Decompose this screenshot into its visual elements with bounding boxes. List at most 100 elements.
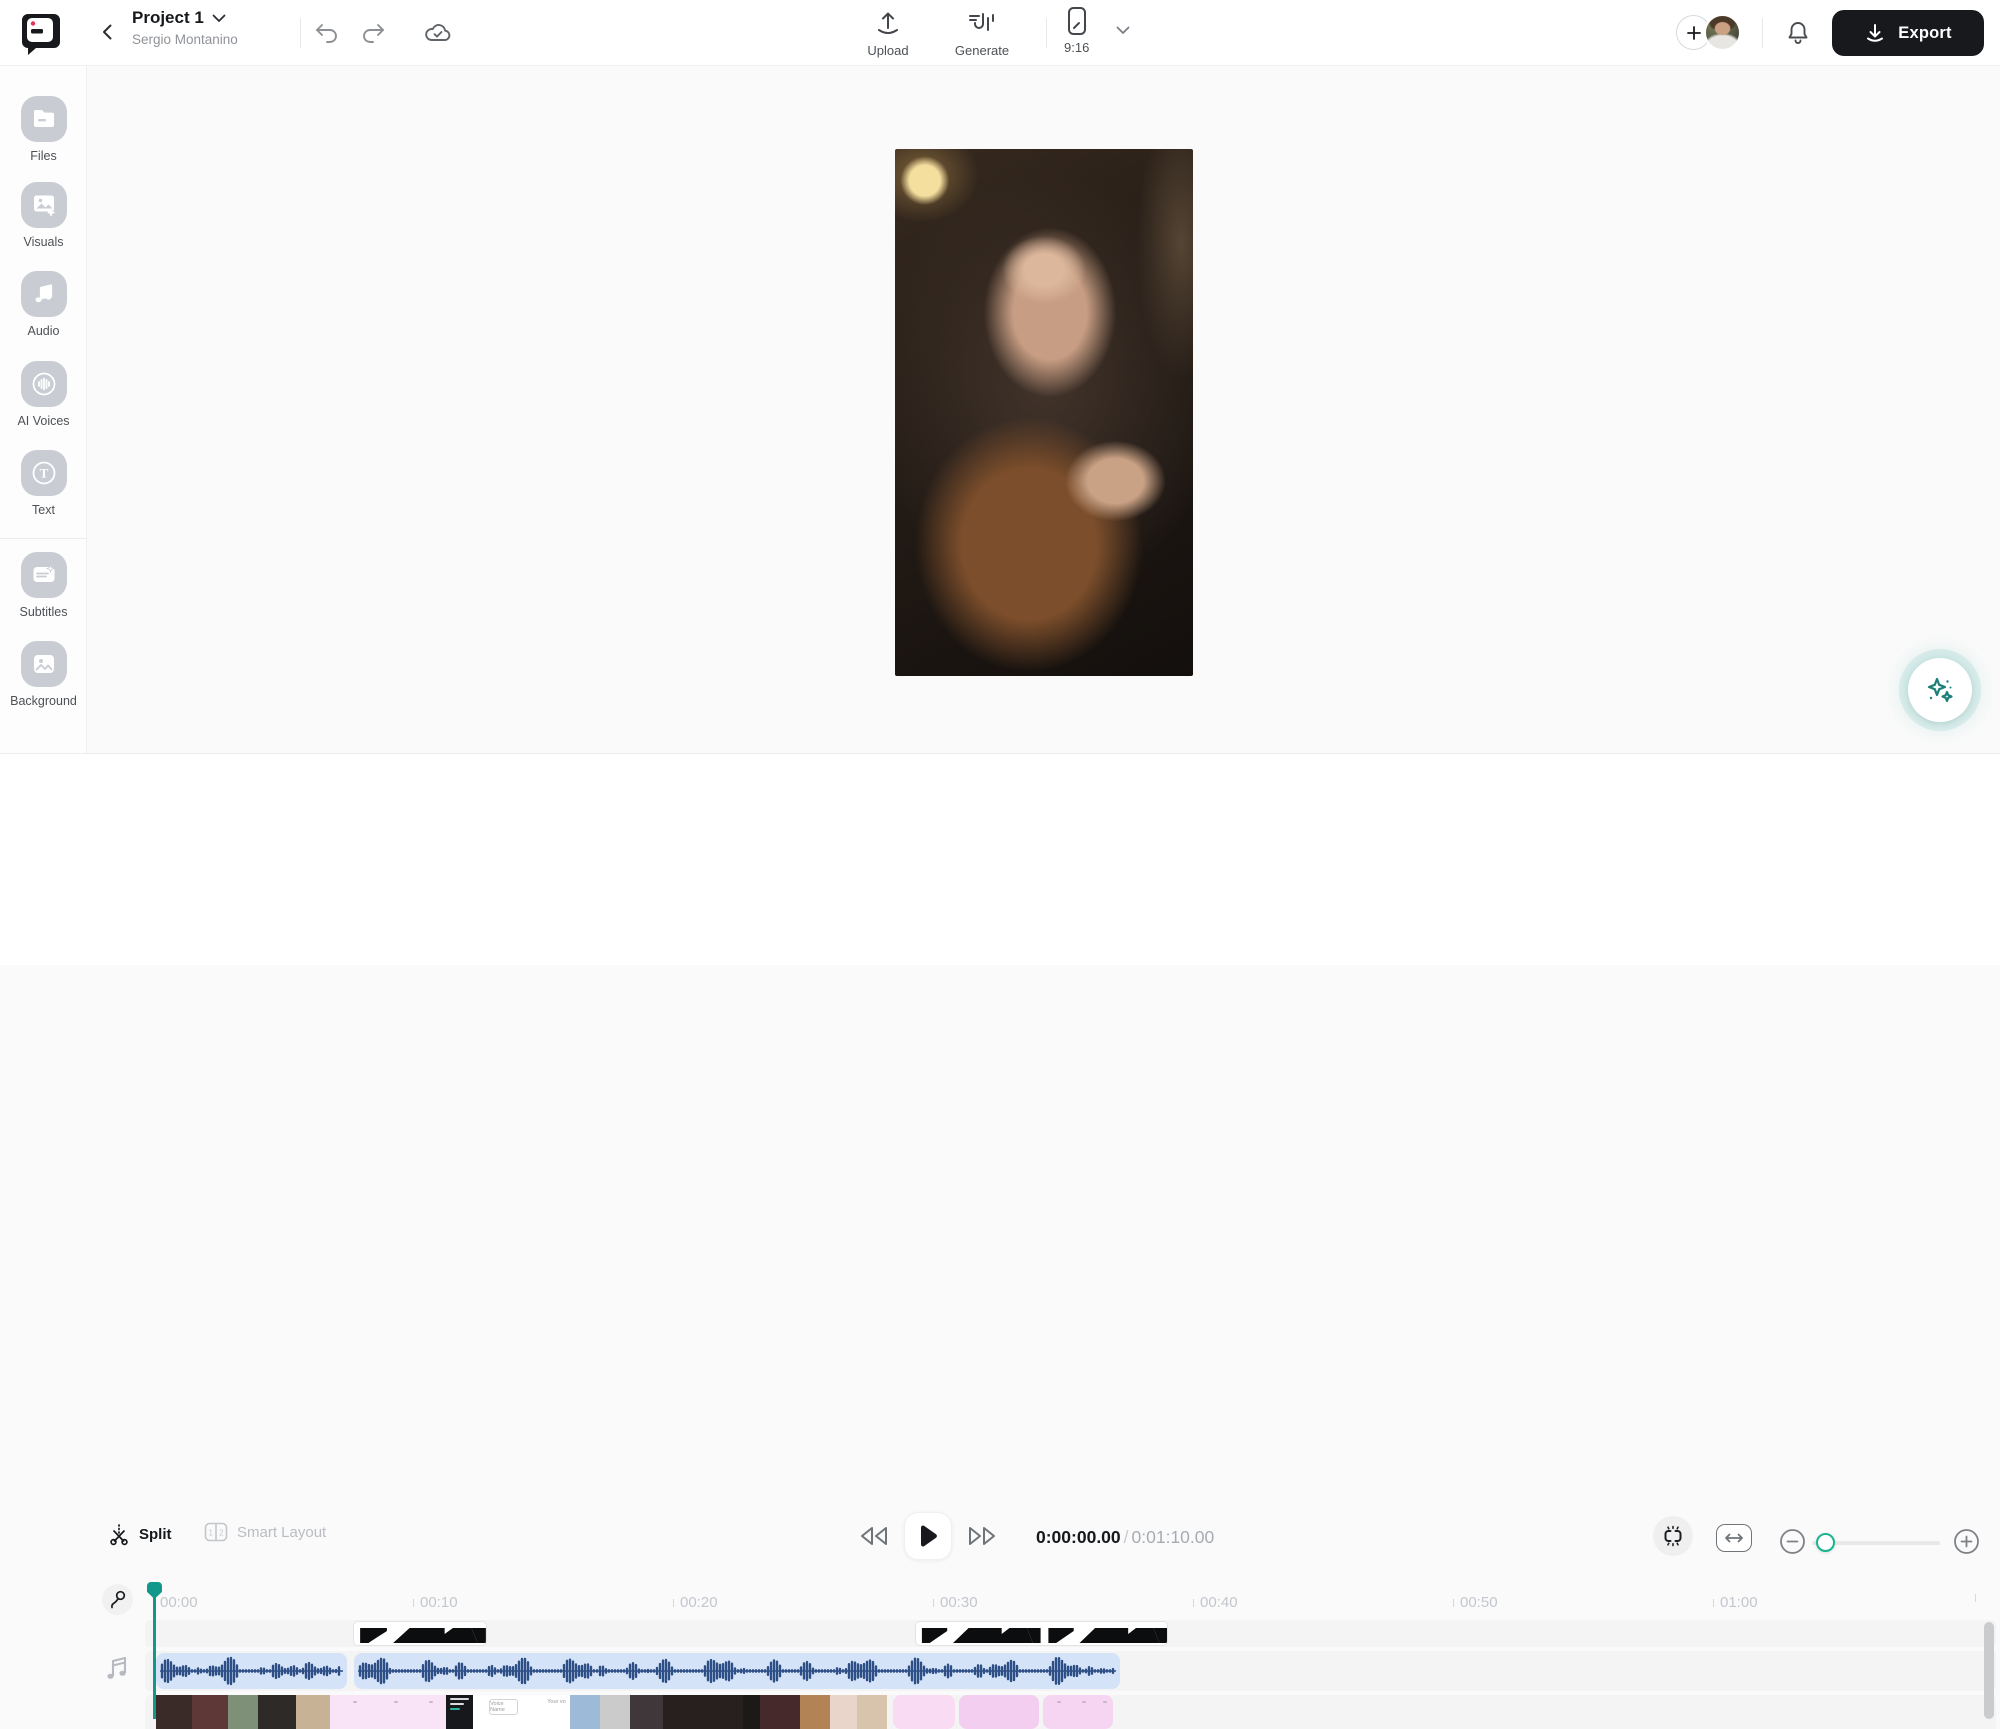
undo-button[interactable] xyxy=(310,17,344,49)
video-thumbnail[interactable] xyxy=(446,1695,473,1729)
caption-clip[interactable] xyxy=(353,1621,487,1646)
bell-icon xyxy=(1786,20,1810,46)
current-time: 0:00:00.00 xyxy=(1036,1527,1121,1547)
app-logo[interactable] xyxy=(18,10,64,56)
music-note-icon xyxy=(104,1654,130,1684)
timeline-panel: Split 1 2 Smart Layout 0:00:00.00/0:01:1… xyxy=(0,753,2000,965)
sidebar-item-ai-voices[interactable]: AI Voices xyxy=(0,361,87,428)
fit-timeline-button[interactable] xyxy=(1716,1524,1752,1552)
video-thumbnail[interactable] xyxy=(830,1695,857,1729)
video-thumbnail[interactable] xyxy=(743,1695,760,1729)
background-icon xyxy=(21,641,67,687)
video-thumbnail[interactable] xyxy=(857,1695,887,1729)
chevron-down-icon[interactable] xyxy=(1116,26,1130,35)
plus-circle-icon xyxy=(1953,1528,1980,1555)
timeline-zoom-slider[interactable] xyxy=(1812,1541,1940,1545)
redo-icon xyxy=(360,22,386,44)
video-thumbnail[interactable]: Your vo xyxy=(543,1695,570,1729)
video-thumbnail[interactable]: Voice Name xyxy=(486,1695,521,1729)
video-thumbnail[interactable] xyxy=(959,1695,1039,1729)
zoom-out-button[interactable] xyxy=(1779,1528,1806,1555)
video-thumbnail[interactable] xyxy=(760,1695,800,1729)
video-thumbnail[interactable] xyxy=(258,1695,296,1729)
video-thumbnail[interactable] xyxy=(800,1695,830,1729)
notifications-button[interactable] xyxy=(1780,15,1816,51)
snap-toggle-button[interactable] xyxy=(1653,1516,1693,1556)
split-button[interactable]: Split xyxy=(108,1522,172,1546)
sidebar-item-audio[interactable]: Audio xyxy=(0,271,87,338)
fast-forward-button[interactable] xyxy=(966,1524,998,1548)
scissors-icon xyxy=(108,1522,130,1546)
video-thumbnail[interactable] xyxy=(330,1695,446,1729)
video-preview[interactable] xyxy=(895,149,1193,676)
video-thumbnail[interactable] xyxy=(531,1695,543,1729)
video-thumbnail[interactable] xyxy=(893,1695,955,1729)
sidebar-divider xyxy=(0,538,87,539)
video-thumbnail[interactable] xyxy=(600,1695,630,1729)
video-thumbnail[interactable] xyxy=(570,1695,600,1729)
audio-clip[interactable] xyxy=(156,1653,347,1689)
play-button[interactable] xyxy=(904,1512,952,1560)
generate-button[interactable]: Generate xyxy=(940,6,1024,60)
project-title-dropdown[interactable]: Project 1 xyxy=(132,8,238,28)
sparkles-icon xyxy=(1923,673,1957,707)
sidebar-item-files[interactable]: Files xyxy=(0,96,87,163)
caption-clip[interactable] xyxy=(915,1621,1168,1646)
folder-icon xyxy=(21,96,67,142)
zoom-in-button[interactable] xyxy=(1953,1528,1980,1555)
generate-icon xyxy=(967,10,997,38)
timecode-display: 0:00:00.00/0:01:10.00 xyxy=(1036,1527,1214,1548)
smart-layout-icon: 1 2 xyxy=(204,1522,228,1542)
redo-button[interactable] xyxy=(356,17,390,49)
video-thumbnail[interactable] xyxy=(1043,1695,1113,1729)
timeline-scrollbar[interactable] xyxy=(1984,1622,1994,1719)
video-thumbnail[interactable] xyxy=(521,1695,531,1729)
sidebar-item-background[interactable]: Background xyxy=(0,641,87,708)
split-label: Split xyxy=(139,1526,172,1543)
text-icon: T xyxy=(21,450,67,496)
cloud-sync-button[interactable] xyxy=(420,15,456,51)
rewind-button[interactable] xyxy=(858,1524,890,1548)
sidebar-item-text[interactable]: T Text xyxy=(0,450,87,517)
svg-text:1: 1 xyxy=(208,1529,213,1538)
ruler-tick xyxy=(1975,1594,1976,1602)
video-thumbnail[interactable] xyxy=(473,1695,486,1729)
smart-layout-label: Smart Layout xyxy=(237,1524,326,1541)
sidebar-item-label: AI Voices xyxy=(17,414,69,428)
video-thumbnail[interactable] xyxy=(192,1695,228,1729)
project-title: Project 1 xyxy=(132,8,204,28)
generate-label: Generate xyxy=(955,43,1009,58)
video-thumbnail[interactable] xyxy=(156,1695,192,1729)
sidebar-item-visuals[interactable]: Visuals xyxy=(0,182,87,249)
video-thumbnail[interactable] xyxy=(228,1695,258,1729)
rewind-icon xyxy=(858,1524,890,1548)
ruler-label: 00:10 xyxy=(413,1594,458,1611)
ai-magic-button[interactable] xyxy=(1908,658,1972,722)
total-time: 0:01:10.00 xyxy=(1132,1527,1215,1547)
upload-button[interactable]: Upload xyxy=(846,6,930,60)
zoom-slider-knob[interactable] xyxy=(1816,1533,1835,1552)
minus-circle-icon xyxy=(1779,1528,1806,1555)
aspect-ratio-button[interactable]: 9:16 xyxy=(1064,5,1089,55)
sidebar-item-label: Visuals xyxy=(23,235,63,249)
sidebar-item-label: Background xyxy=(10,694,77,708)
sidebar-item-label: Subtitles xyxy=(20,605,68,619)
sidebar-item-subtitles[interactable]: Subtitles xyxy=(0,552,87,619)
play-icon xyxy=(918,1525,938,1547)
video-thumbnail[interactable] xyxy=(296,1695,330,1729)
export-button[interactable]: Export xyxy=(1832,10,1984,56)
sidebar-item-label: Text xyxy=(32,503,55,517)
timeline-ruler[interactable]: 00:0000:1000:2000:3000:4000:5001:00 xyxy=(0,1594,2000,1618)
music-note-icon xyxy=(21,271,67,317)
header-divider xyxy=(1046,18,1047,48)
back-button[interactable] xyxy=(92,16,124,48)
left-sidebar: Files Visuals Audio AI Voices T Text Sub… xyxy=(0,66,87,753)
video-thumbnail[interactable] xyxy=(663,1695,743,1729)
avatar[interactable] xyxy=(1704,14,1741,51)
video-track: Voice Name Your vo xyxy=(145,1695,1996,1729)
smart-layout-button[interactable]: 1 2 Smart Layout xyxy=(204,1522,326,1542)
plus-icon xyxy=(1686,25,1702,41)
audio-clip[interactable] xyxy=(354,1653,1120,1689)
video-thumbnail[interactable] xyxy=(630,1695,663,1729)
cloud-check-icon xyxy=(423,21,453,45)
